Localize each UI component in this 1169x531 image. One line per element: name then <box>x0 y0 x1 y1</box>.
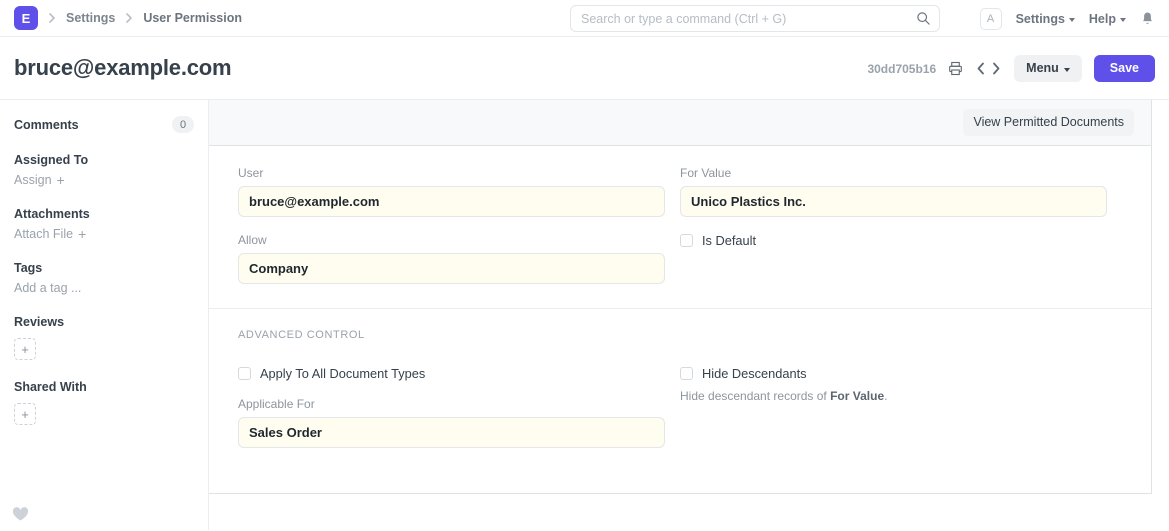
help-text-bold: For Value <box>830 389 884 403</box>
help-text-suffix: . <box>884 389 887 403</box>
applicable-for-input[interactable] <box>238 417 665 448</box>
search-input[interactable] <box>570 5 940 32</box>
allow-label: Allow <box>238 233 650 247</box>
reviews-label: Reviews <box>14 315 194 329</box>
nav-menu-help[interactable]: Help <box>1089 12 1126 26</box>
menu-button[interactable]: Menu <box>1014 55 1082 82</box>
avatar[interactable]: A <box>980 8 1002 30</box>
form-card-header: View Permitted Documents <box>209 100 1151 146</box>
apply-to-all-document-types-label: Apply To All Document Types <box>260 366 425 381</box>
hide-descendants-checkbox[interactable] <box>680 367 693 380</box>
advanced-control-section-title: ADVANCED CONTROL <box>238 329 1122 341</box>
sidebar-section-shared-with: Shared With + <box>14 380 194 425</box>
user-input[interactable] <box>238 186 665 217</box>
form-column-right: For Value Is Default <box>680 166 1122 300</box>
app-logo[interactable]: E <box>14 6 38 30</box>
page-title: bruce@example.com <box>14 55 231 81</box>
apply-to-all-document-types-checkbox[interactable] <box>238 367 251 380</box>
assigned-to-label: Assigned To <box>14 153 194 167</box>
sidebar: Comments 0 Assigned To Assign + Attachme… <box>0 100 209 530</box>
chevron-down-icon <box>1064 68 1070 72</box>
attach-file-button[interactable]: Attach File + <box>14 227 194 241</box>
nav-menu-settings[interactable]: Settings <box>1016 12 1075 26</box>
hide-descendants-help-text: Hide descendant records of For Value. <box>680 389 1092 403</box>
breadcrumb-separator-1 <box>47 13 57 23</box>
save-button[interactable]: Save <box>1094 55 1155 82</box>
add-shared-with-button[interactable]: + <box>14 403 36 425</box>
record-navigation <box>975 62 1002 75</box>
field-hide-descendants[interactable]: Hide Descendants <box>680 366 1092 381</box>
field-for-value: For Value <box>680 166 1092 217</box>
heart-icon[interactable] <box>12 507 29 522</box>
hide-descendants-label: Hide Descendants <box>702 366 807 381</box>
comments-count-badge: 0 <box>172 116 194 133</box>
chevron-left-icon[interactable] <box>975 62 987 75</box>
shared-with-label: Shared With <box>14 380 194 394</box>
field-applicable-for: Applicable For <box>238 397 650 448</box>
field-apply-to-all-document-types[interactable]: Apply To All Document Types <box>238 366 650 381</box>
add-review-button[interactable]: + <box>14 338 36 360</box>
assign-button[interactable]: Assign + <box>14 173 194 187</box>
breadcrumb-item-settings[interactable]: Settings <box>66 11 115 25</box>
is-default-label: Is Default <box>702 233 756 248</box>
for-value-input[interactable] <box>680 186 1107 217</box>
advanced-column-right: Hide Descendants Hide descendant records… <box>680 366 1122 464</box>
user-label: User <box>238 166 650 180</box>
chevron-down-icon <box>1069 18 1075 22</box>
advanced-column-left: Apply To All Document Types Applicable F… <box>238 366 680 464</box>
is-default-checkbox[interactable] <box>680 234 693 247</box>
bell-icon[interactable] <box>1140 11 1155 27</box>
field-allow: Allow <box>238 233 650 284</box>
field-is-default[interactable]: Is Default <box>680 233 1092 248</box>
tags-label: Tags <box>14 261 194 275</box>
for-value-label: For Value <box>680 166 1092 180</box>
page-header: bruce@example.com 30dd705b16 Menu Save <box>0 37 1169 100</box>
page-body: Comments 0 Assigned To Assign + Attachme… <box>0 100 1169 530</box>
chevron-down-icon <box>1120 18 1126 22</box>
allow-input[interactable] <box>238 253 665 284</box>
comments-label[interactable]: Comments <box>14 118 79 132</box>
printer-icon[interactable] <box>948 61 963 76</box>
sidebar-section-assigned-to: Assigned To Assign + <box>14 153 194 187</box>
field-user: User <box>238 166 650 217</box>
sidebar-section-comments: Comments 0 <box>14 116 194 133</box>
assign-label: Assign <box>14 173 52 187</box>
main-content: View Permitted Documents User Allow <box>209 100 1169 530</box>
top-navbar: E Settings User Permission A Settings He… <box>0 0 1169 37</box>
form-section-primary: User Allow For Value <box>209 146 1151 308</box>
sidebar-section-attachments: Attachments Attach File + <box>14 207 194 241</box>
view-permitted-documents-button[interactable]: View Permitted Documents <box>963 109 1134 136</box>
form-column-left: User Allow <box>238 166 680 300</box>
sidebar-section-tags: Tags Add a tag ... <box>14 261 194 295</box>
breadcrumb-item-user-permission[interactable]: User Permission <box>143 11 242 25</box>
chevron-right-icon[interactable] <box>990 62 1002 75</box>
add-tag-button[interactable]: Add a tag ... <box>14 281 194 295</box>
help-text-prefix: Hide descendant records of <box>680 389 830 403</box>
search-container <box>570 5 940 32</box>
nav-menu-help-label: Help <box>1089 12 1116 26</box>
applicable-for-label: Applicable For <box>238 397 650 411</box>
form-card: View Permitted Documents User Allow <box>209 100 1152 494</box>
form-section-advanced: ADVANCED CONTROL Apply To All Document T… <box>209 308 1151 472</box>
attach-file-label: Attach File <box>14 227 73 241</box>
plus-icon: + <box>57 173 65 187</box>
navbar-right-section: A Settings Help <box>980 0 1155 37</box>
document-id: 30dd705b16 <box>867 62 936 76</box>
page-header-actions: 30dd705b16 Menu Save <box>867 37 1155 100</box>
breadcrumb-separator-2 <box>124 13 134 23</box>
attachments-label: Attachments <box>14 207 194 221</box>
nav-menu-settings-label: Settings <box>1016 12 1065 26</box>
menu-button-label: Menu <box>1026 62 1059 75</box>
plus-icon: + <box>78 227 86 241</box>
sidebar-section-reviews: Reviews + <box>14 315 194 360</box>
